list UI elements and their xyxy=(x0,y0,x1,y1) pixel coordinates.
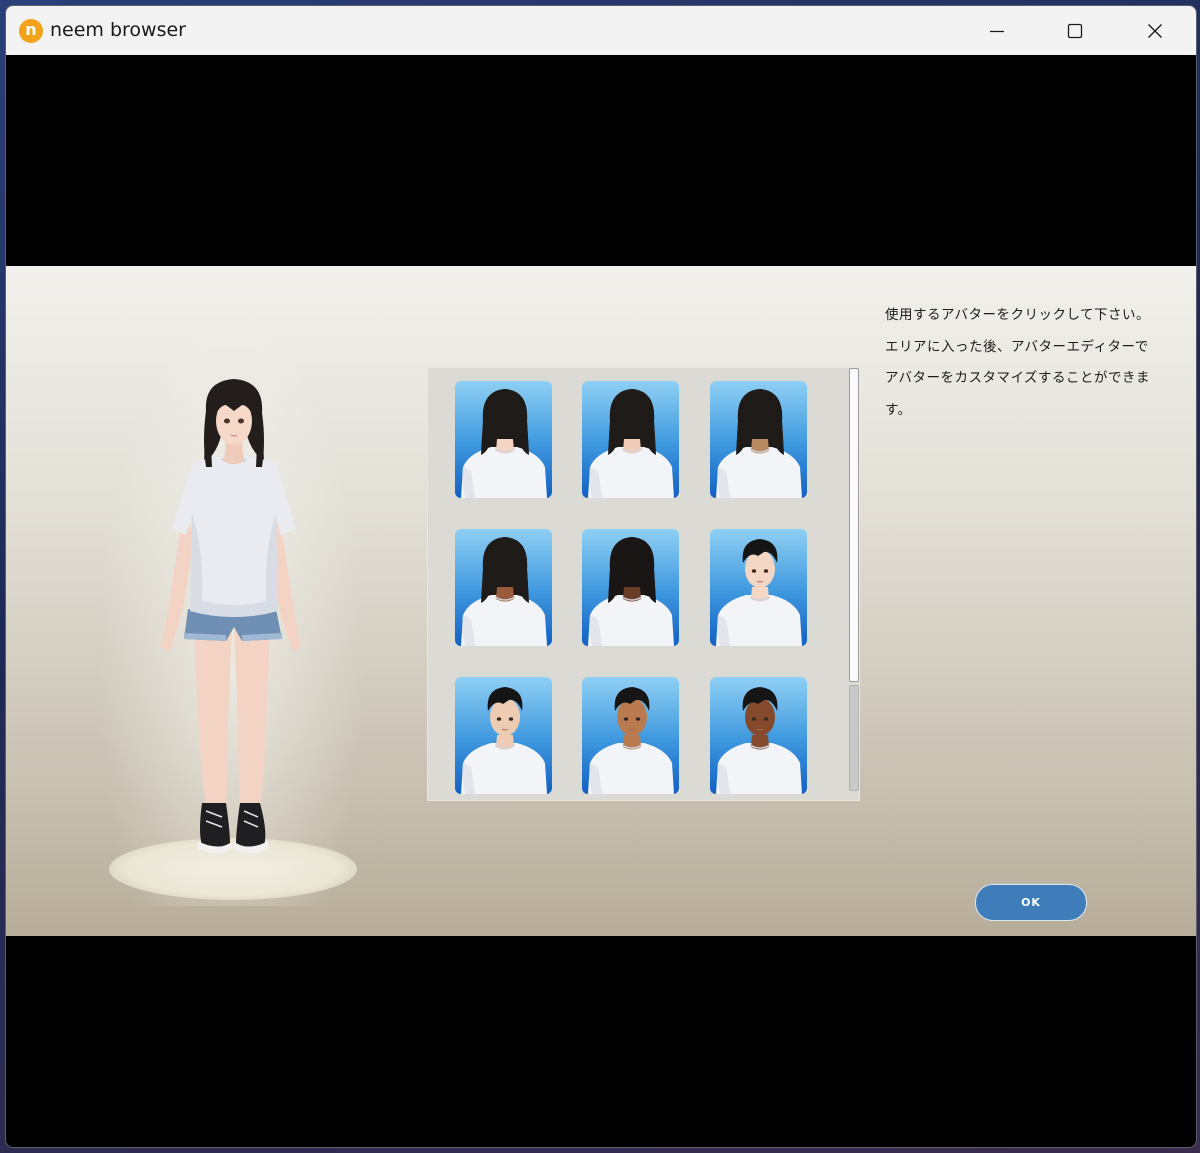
avatar-thumbnail-image xyxy=(461,687,547,794)
avatar-thumbnail-image xyxy=(588,389,674,498)
app-window: n neem browser 使用するアバターをクリックして下さい。 エリアに入… xyxy=(5,5,1197,1148)
minimize-button[interactable] xyxy=(958,6,1036,55)
minimize-icon xyxy=(990,30,1004,32)
avatar-thumbnail-image xyxy=(716,389,802,498)
avatar-preview xyxy=(160,379,302,853)
close-button[interactable] xyxy=(1116,6,1194,55)
avatar-option[interactable] xyxy=(455,529,552,646)
avatar-option[interactable] xyxy=(582,529,679,646)
avatar-option[interactable] xyxy=(710,381,807,498)
avatar-thumbnail-image xyxy=(588,687,674,794)
avatar-selection-scene: 使用するアバターをクリックして下さい。 エリアに入った後、アバターエディターで … xyxy=(6,266,1196,936)
avatar-option[interactable] xyxy=(455,381,552,498)
ok-button[interactable]: OK xyxy=(975,884,1087,921)
window-title: neem browser xyxy=(50,19,186,41)
avatar-option[interactable] xyxy=(582,677,679,794)
grid-scrollbar[interactable] xyxy=(848,367,860,791)
avatar-option[interactable] xyxy=(710,529,807,646)
app-logo-icon: n xyxy=(19,19,43,43)
instructions-text: 使用するアバターをクリックして下さい。 エリアに入った後、アバターエディターで … xyxy=(885,300,1190,426)
avatar-thumbnail-image xyxy=(716,539,802,646)
scrollbar-thumb[interactable] xyxy=(849,368,859,682)
maximize-button[interactable] xyxy=(1036,6,1114,55)
instructions-line: 使用するアバターをクリックして下さい。 xyxy=(885,307,1151,323)
instructions-line: アバターをカスタマイズすることができま xyxy=(885,370,1151,386)
avatar-thumbnail-image xyxy=(716,687,802,794)
avatar-thumbnail-image xyxy=(588,537,674,646)
scrollbar-track[interactable] xyxy=(849,685,859,791)
avatar-option[interactable] xyxy=(582,381,679,498)
avatar-thumbnail-image xyxy=(461,389,547,498)
logo-letter: n xyxy=(25,20,37,39)
avatar-grid xyxy=(427,367,860,801)
avatar-option[interactable] xyxy=(455,677,552,794)
instructions-line: エリアに入った後、アバターエディターで xyxy=(885,338,1149,355)
avatar-option[interactable] xyxy=(710,677,807,794)
avatar-thumbnail-image xyxy=(461,537,547,646)
instructions-line: す。 xyxy=(885,401,912,418)
title-bar[interactable]: n neem browser xyxy=(6,6,1196,55)
maximize-icon xyxy=(1067,23,1083,38)
close-icon xyxy=(1148,23,1162,38)
